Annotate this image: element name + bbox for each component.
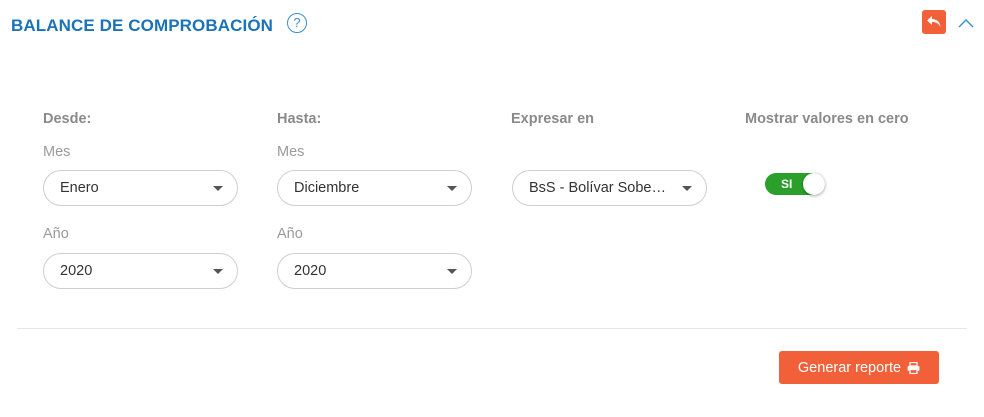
- desde-anio-value: 2020: [60, 263, 93, 279]
- caret-down-icon: [447, 186, 457, 191]
- caret-down-icon: [213, 269, 223, 274]
- reply-icon: [927, 16, 941, 27]
- expresar-select[interactable]: BsS - Bolívar Soberano: [512, 170, 707, 206]
- desde-mes-value: Enero: [60, 180, 99, 196]
- expresar-label: Expresar en: [511, 111, 595, 127]
- caret-down-icon: [447, 269, 457, 274]
- mostrar-cero-toggle[interactable]: SI: [765, 173, 825, 195]
- caret-down-icon: [213, 186, 223, 191]
- desde-label: Desde:: [43, 111, 92, 127]
- hasta-mes-value: Diciembre: [294, 180, 360, 196]
- back-button[interactable]: [922, 10, 946, 34]
- divider: [17, 328, 967, 329]
- caret-down-icon: [682, 186, 692, 191]
- hasta-mes-label: Mes: [277, 144, 305, 160]
- hasta-anio-value: 2020: [294, 263, 327, 279]
- generar-reporte-button[interactable]: Generar reporte: [779, 351, 939, 384]
- hasta-label: Hasta:: [277, 111, 322, 127]
- desde-mes-select[interactable]: Enero: [43, 170, 238, 206]
- question-glyph: ?: [293, 15, 301, 30]
- hasta-anio-select[interactable]: 2020: [277, 253, 472, 289]
- page-title: BALANCE DE COMPROBACIÓN: [11, 16, 274, 35]
- hasta-anio-label: Año: [277, 226, 303, 242]
- mostrar-cero-label: Mostrar valores en cero: [745, 111, 909, 127]
- chevron-up-icon[interactable]: [957, 17, 975, 29]
- desde-anio-label: Año: [43, 226, 69, 242]
- print-icon: [907, 361, 920, 374]
- desde-mes-label: Mes: [43, 144, 71, 160]
- hasta-mes-select[interactable]: Diciembre: [277, 170, 472, 206]
- desde-anio-select[interactable]: 2020: [43, 253, 238, 289]
- generar-reporte-label: Generar reporte: [797, 359, 902, 376]
- expresar-value: BsS - Bolívar Soberano: [529, 180, 670, 196]
- toggle-text: SI: [781, 177, 793, 191]
- help-icon[interactable]: ?: [287, 13, 307, 33]
- toggle-knob: [803, 173, 825, 195]
